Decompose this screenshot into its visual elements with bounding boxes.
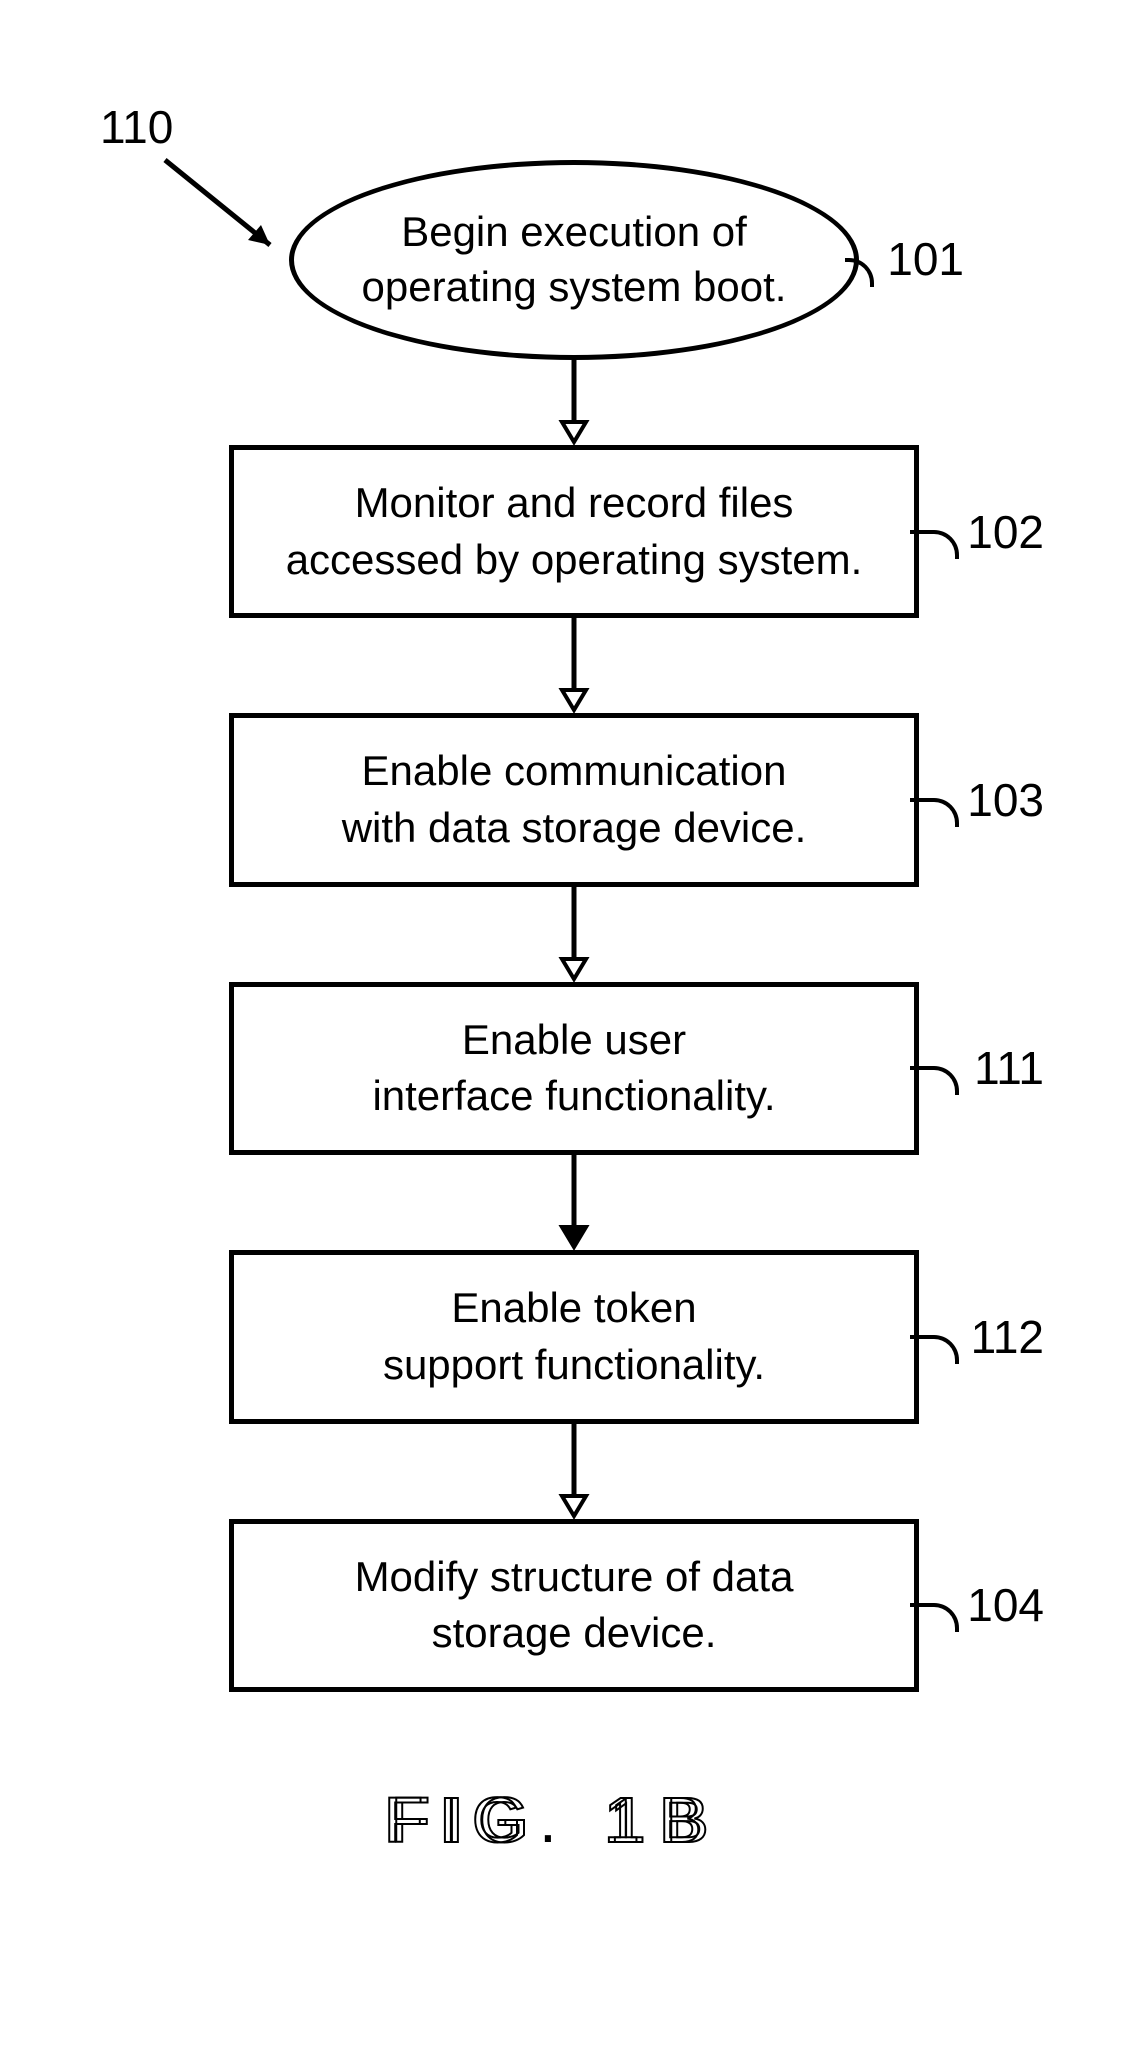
- diagram-id-label: 110: [100, 100, 173, 154]
- step-text-line: support functionality.: [383, 1337, 765, 1394]
- step-text-line: with data storage device.: [342, 800, 807, 857]
- step-text-line: accessed by operating system.: [286, 532, 863, 589]
- flow-arrow: [554, 887, 594, 982]
- flow-step-box: Modify structure of data storage device.…: [229, 1519, 919, 1692]
- label-connector-icon: [845, 258, 874, 287]
- svg-text:F: F: [391, 1784, 440, 1856]
- flow-step-box: Enable user interface functionality. 111: [229, 982, 919, 1155]
- flow-step-box: Enable token support functionality. 112: [229, 1250, 919, 1423]
- flow-arrow: [554, 1424, 594, 1519]
- step-id-label: 112: [971, 1306, 1044, 1368]
- flow-step-box: Enable communication with data storage d…: [229, 713, 919, 886]
- svg-text:B: B: [666, 1784, 719, 1856]
- step-text-line: operating system boot.: [362, 260, 787, 315]
- label-connector-icon: [910, 530, 959, 559]
- step-text-line: Enable user: [462, 1012, 686, 1069]
- svg-text:G: G: [479, 1784, 539, 1856]
- figure-caption: F F I I G G . 1 1 B B: [384, 1782, 764, 1877]
- step-id-label: 101: [887, 230, 964, 290]
- step-text-line: storage device.: [432, 1605, 717, 1662]
- diagram-id-arrow-icon: [160, 155, 290, 265]
- svg-text:1: 1: [610, 1784, 656, 1856]
- step-id-label: 103: [967, 769, 1044, 831]
- flowchart-container: 110 Begin execution of operating system …: [0, 80, 1148, 1877]
- step-id-label: 102: [967, 501, 1044, 563]
- label-connector-icon: [910, 1335, 959, 1364]
- step-id-label: 111: [974, 1037, 1044, 1099]
- svg-text:.: .: [539, 1784, 567, 1856]
- step-text-line: Begin execution of: [401, 205, 747, 260]
- flow-step-box: Monitor and record files accessed by ope…: [229, 445, 919, 618]
- svg-text:I: I: [446, 1784, 474, 1856]
- flow-start-ellipse: Begin execution of operating system boot…: [289, 160, 859, 360]
- step-text-line: Enable token: [451, 1280, 696, 1337]
- step-text-line: Monitor and record files: [355, 475, 794, 532]
- step-id-label: 104: [967, 1574, 1044, 1636]
- step-text-line: Enable communication: [362, 743, 787, 800]
- flow-arrow: [554, 1155, 594, 1250]
- label-connector-icon: [910, 798, 959, 827]
- flow-arrow: [554, 360, 594, 445]
- flow-arrow: [554, 618, 594, 713]
- label-connector-icon: [910, 1603, 959, 1632]
- step-text-line: Modify structure of data: [355, 1549, 794, 1606]
- label-connector-icon: [910, 1066, 959, 1095]
- step-text-line: interface functionality.: [372, 1068, 775, 1125]
